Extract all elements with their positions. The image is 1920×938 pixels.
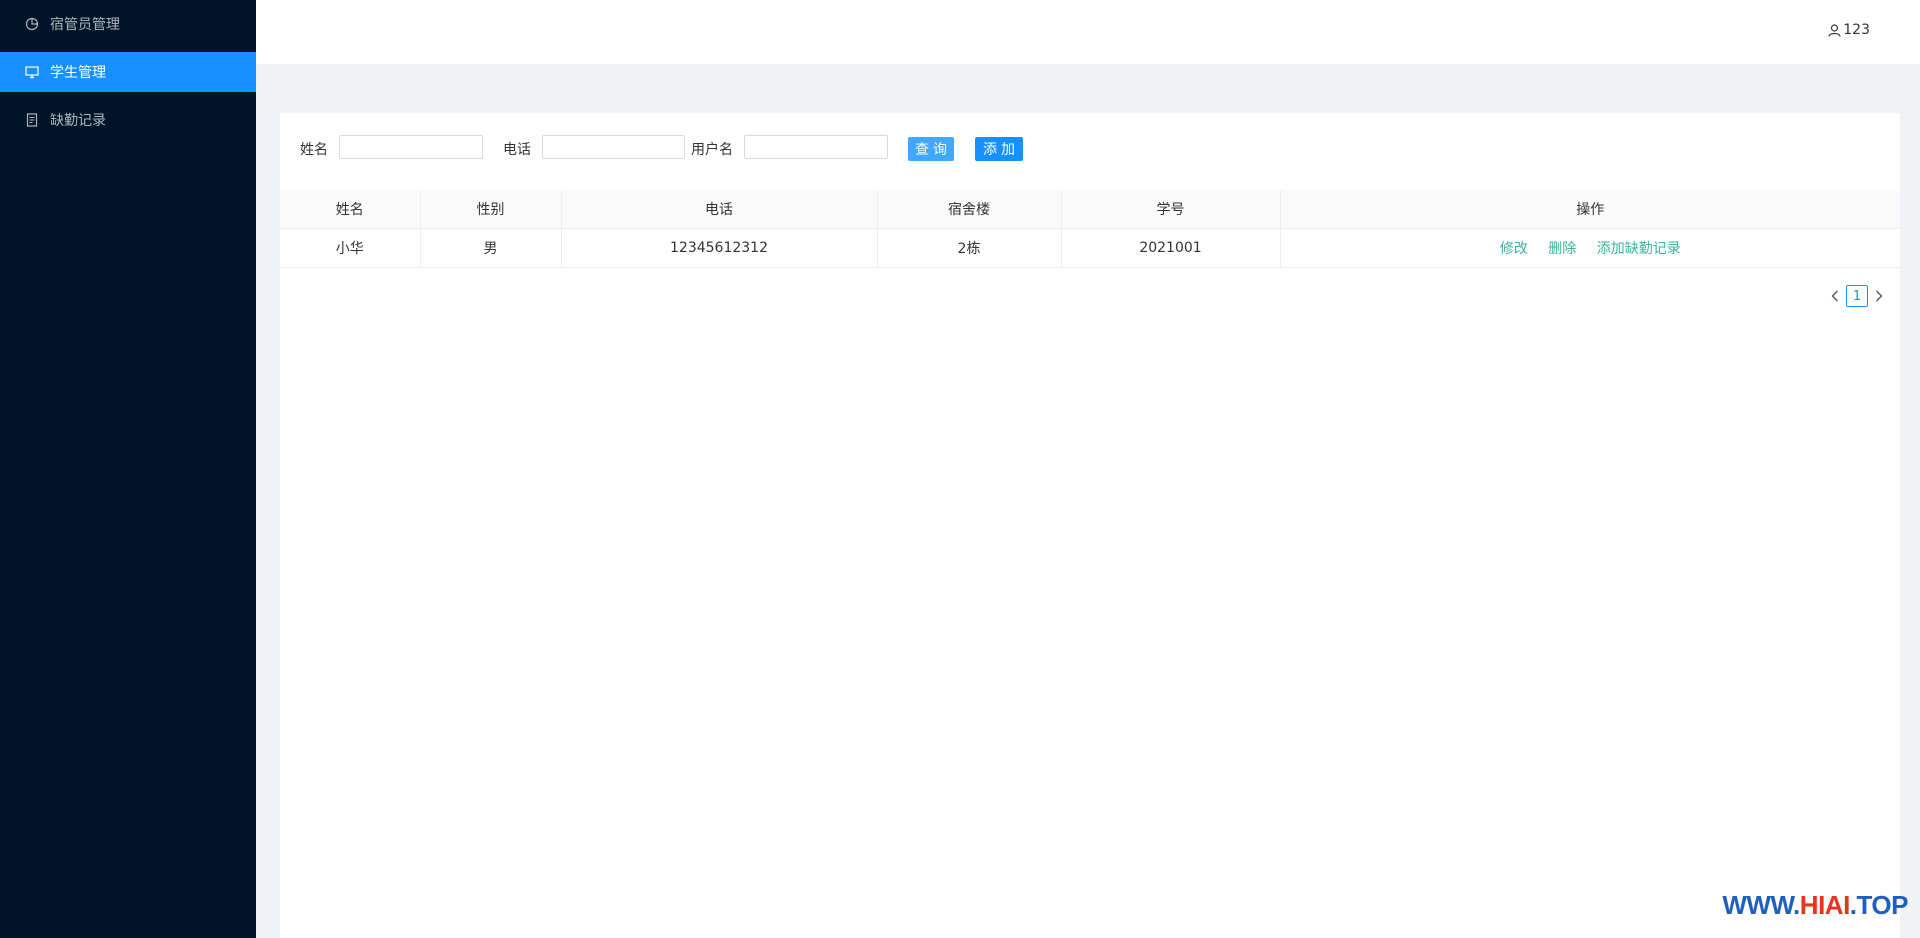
column-header: 性别 bbox=[420, 190, 562, 229]
student-table: 姓名 性别 电话 宿舍楼 学号 操作 小华 男 12345612312 2栋 2… bbox=[280, 190, 1900, 268]
cell-gender: 男 bbox=[420, 228, 562, 268]
column-header: 宿舍楼 bbox=[877, 190, 1062, 229]
cell-name: 小华 bbox=[280, 228, 421, 268]
watermark-logo: WWW.HIAI.TOP bbox=[1722, 890, 1908, 921]
sidebar-item-absence[interactable]: 缺勤记录 bbox=[0, 100, 256, 140]
column-header: 姓名 bbox=[280, 190, 421, 229]
search-button[interactable]: 查询 bbox=[908, 137, 954, 161]
monitor-icon bbox=[24, 64, 40, 80]
username-label: 用户名 bbox=[691, 142, 733, 158]
watermark-part: HIAI bbox=[1799, 890, 1851, 920]
column-header: 电话 bbox=[561, 190, 878, 229]
add-absence-link[interactable]: 添加缺勤记录 bbox=[1597, 241, 1681, 257]
user-icon bbox=[1828, 23, 1842, 37]
search-form: 姓名 电话 用户名 查询 添加 bbox=[280, 135, 1900, 161]
sidebar: 宿管员管理 学生管理 缺勤记录 bbox=[0, 0, 256, 938]
delete-link[interactable]: 删除 bbox=[1548, 241, 1576, 257]
watermark-part: WWW. bbox=[1722, 890, 1800, 920]
table-header-row: 姓名 性别 电话 宿舍楼 学号 操作 bbox=[280, 190, 1900, 229]
phone-label: 电话 bbox=[503, 142, 531, 158]
phone-input[interactable] bbox=[542, 135, 685, 159]
name-label: 姓名 bbox=[300, 142, 328, 158]
sidebar-item-students[interactable]: 学生管理 bbox=[0, 52, 256, 92]
watermark-part: .TOP bbox=[1849, 890, 1909, 920]
pagination: 1 bbox=[1826, 285, 1888, 307]
edit-link[interactable]: 修改 bbox=[1500, 241, 1528, 257]
cell-actions: 修改 删除 添加缺勤记录 bbox=[1280, 228, 1900, 268]
add-button[interactable]: 添加 bbox=[975, 137, 1023, 161]
user-menu[interactable]: 123 bbox=[1828, 22, 1870, 38]
cell-phone: 12345612312 bbox=[561, 228, 878, 268]
column-header: 操作 bbox=[1280, 190, 1900, 229]
sidebar-item-label: 学生管理 bbox=[50, 65, 106, 81]
username-input[interactable] bbox=[744, 135, 888, 159]
sidebar-item-label: 宿管员管理 bbox=[50, 17, 120, 33]
document-icon bbox=[24, 112, 40, 128]
chevron-left-icon[interactable] bbox=[1826, 285, 1844, 307]
username: 123 bbox=[1843, 22, 1870, 38]
cell-student-id: 2021001 bbox=[1061, 228, 1281, 268]
sidebar-item-label: 缺勤记录 bbox=[50, 113, 106, 129]
main-content: 姓名 电话 用户名 查询 添加 姓名 性别 电话 宿舍楼 学号 操作 小华 男 … bbox=[280, 113, 1900, 938]
page-number[interactable]: 1 bbox=[1846, 285, 1868, 307]
table-row: 小华 男 12345612312 2栋 2021001 修改 删除 添加缺勤记录 bbox=[280, 228, 1900, 268]
header: 123 bbox=[256, 0, 1920, 64]
cell-building: 2栋 bbox=[877, 228, 1062, 268]
name-input[interactable] bbox=[339, 135, 483, 159]
chevron-right-icon[interactable] bbox=[1870, 285, 1888, 307]
sidebar-item-dorm-manager[interactable]: 宿管员管理 bbox=[0, 4, 256, 44]
pie-chart-icon bbox=[24, 16, 40, 32]
column-header: 学号 bbox=[1061, 190, 1281, 229]
